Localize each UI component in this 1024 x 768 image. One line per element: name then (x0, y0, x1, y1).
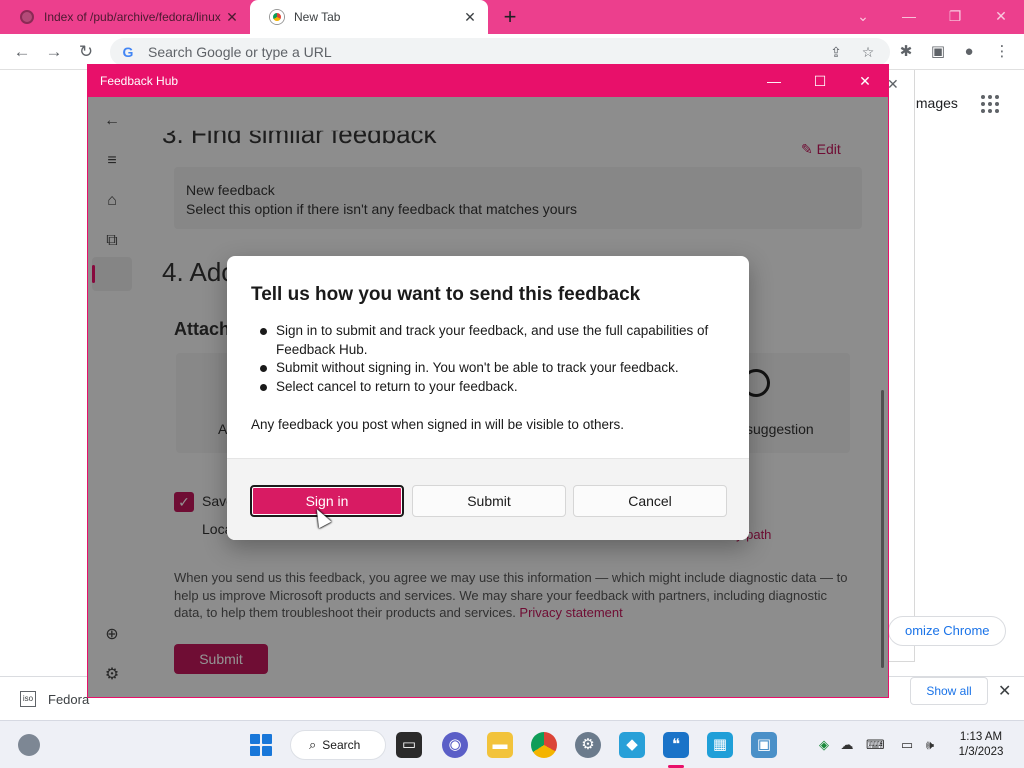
chrome-tab-strip: Index of /pub/archive/fedora/linux ✕ New… (0, 0, 1024, 34)
search-label: Search (322, 738, 361, 752)
submit-without-signin-button[interactable]: Submit (412, 485, 566, 517)
dialog-note: Any feedback you post when signed in wil… (251, 417, 624, 432)
taskbar-search[interactable]: ⌕ Search (290, 730, 386, 760)
forward-arrow-icon[interactable]: → (44, 42, 64, 62)
close-icon[interactable]: ✕ (855, 71, 875, 91)
images-link[interactable]: Images (912, 95, 958, 111)
download-item[interactable]: iso Fedora (20, 685, 89, 713)
share-icon[interactable]: ⇪ (826, 44, 846, 61)
download-item-label: Fedora (48, 691, 90, 707)
feedback-hub-icon[interactable]: ❝ (663, 732, 689, 758)
windows-start-icon[interactable] (250, 734, 272, 756)
search-icon: ⌕ (309, 737, 317, 752)
send-feedback-dialog: Tell us how you want to send this feedba… (227, 256, 749, 540)
puzzle-icon[interactable]: ✱ (896, 42, 916, 62)
maximize-icon[interactable]: ☐ (810, 71, 830, 91)
tab-new-tab[interactable]: New Tab ✕ (250, 0, 488, 34)
task-view-icon[interactable]: ▭ (396, 732, 422, 758)
google-apps-icon[interactable] (981, 95, 999, 113)
security-shield-icon[interactable]: ◈ (815, 736, 833, 754)
clock-date: 1/3/2023 (958, 746, 1004, 758)
restore-icon[interactable]: ❐ (945, 6, 965, 26)
tab-index-of-fedora[interactable]: Index of /pub/archive/fedora/linux ✕ (0, 0, 250, 34)
tab-close-icon[interactable]: ✕ (462, 9, 478, 25)
list-item: Select cancel to return to your feedback… (251, 378, 731, 397)
customize-chrome-button[interactable]: omize Chrome (888, 616, 1006, 646)
chrome-icon[interactable] (531, 732, 557, 758)
globe-favicon-icon (20, 10, 34, 24)
weather-widget-icon[interactable] (18, 734, 40, 756)
cancel-button[interactable]: Cancel (573, 485, 727, 517)
volume-icon[interactable]: 🕪 (921, 736, 939, 754)
remote-desktop-icon[interactable]: ▣ (751, 732, 777, 758)
onedrive-cloud-icon[interactable]: ☁ (838, 736, 856, 754)
app-icon[interactable]: ◆ (619, 732, 645, 758)
tab-search-chevron-icon[interactable]: ⌄ (853, 6, 873, 26)
clock-time: 1:13 AM (959, 731, 1003, 743)
kebab-menu-icon[interactable]: ⋮ (992, 42, 1012, 62)
windows-taskbar: ⌕ Search ▭ ◉ ▬ ⚙ ◆ ❝ ▦ ▣ ◈ ☁ ⌨ ▭ 🕪 1:13 … (0, 720, 1024, 768)
settings-gear-icon[interactable]: ⚙ (575, 732, 601, 758)
minimize-icon[interactable]: — (764, 71, 784, 91)
chrome-favicon-icon (270, 10, 284, 24)
list-item: Sign in to submit and track your feedbac… (251, 322, 731, 359)
dialog-options-list: Sign in to submit and track your feedbac… (251, 322, 731, 396)
address-placeholder: Search Google or type a URL (148, 44, 332, 60)
side-panel-icon[interactable]: ▣ (928, 42, 948, 62)
close-download-shelf-icon[interactable]: ✕ (998, 681, 1011, 701)
profile-icon[interactable]: ● (959, 42, 979, 62)
minimize-icon[interactable]: — (899, 6, 919, 26)
new-tab-button[interactable]: + (500, 6, 520, 28)
system-clock[interactable]: 1:13 AM 1/3/2023 (948, 730, 1014, 760)
iso-file-icon: iso (20, 691, 36, 707)
reload-icon[interactable]: ↻ (76, 42, 96, 62)
show-all-downloads-button[interactable]: Show all (910, 677, 988, 705)
keyboard-icon[interactable]: ⌨ (866, 736, 885, 754)
file-explorer-icon[interactable]: ▬ (487, 732, 513, 758)
close-window-icon[interactable]: ✕ (991, 6, 1011, 26)
network-icon[interactable]: ▭ (898, 736, 916, 754)
window-title: Feedback Hub (100, 74, 179, 88)
bookmark-star-icon[interactable]: ☆ (858, 44, 878, 61)
building-app-icon[interactable]: ▦ (707, 732, 733, 758)
tab-close-icon[interactable]: ✕ (224, 9, 240, 25)
dialog-title: Tell us how you want to send this feedba… (251, 284, 641, 305)
teams-chat-icon[interactable]: ◉ (442, 732, 468, 758)
tab-title: Index of /pub/archive/fedora/linux (44, 10, 221, 24)
sign-in-button[interactable]: Sign in (250, 485, 404, 517)
google-logo-icon: G (122, 44, 134, 60)
back-arrow-icon[interactable]: ← (12, 42, 32, 62)
hidden-panel-edge (885, 70, 915, 662)
feedback-hub-titlebar: Feedback Hub — ☐ ✕ (88, 65, 888, 97)
address-bar[interactable]: G Search Google or type a URL ⇪ ☆ (110, 38, 890, 66)
tab-title: New Tab (294, 10, 341, 24)
dialog-footer: Sign in Submit Cancel (227, 458, 749, 540)
list-item: Submit without signing in. You won't be … (251, 359, 731, 378)
